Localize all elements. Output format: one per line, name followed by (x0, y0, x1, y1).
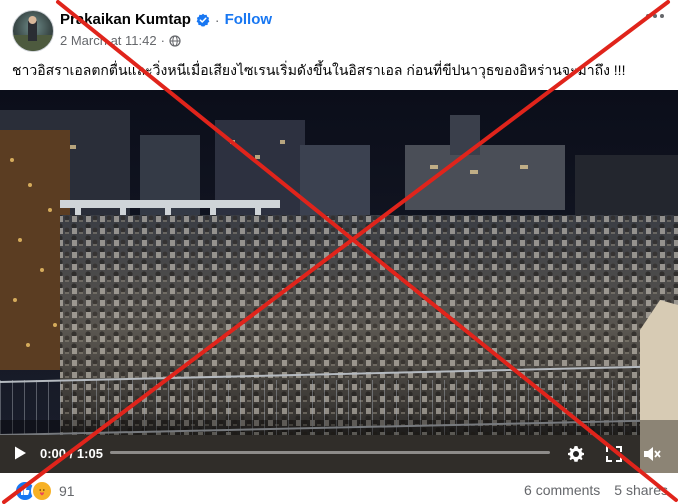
volume-muted-icon[interactable] (642, 444, 662, 464)
time-separator: / (69, 446, 74, 461)
fullscreen-icon[interactable] (604, 444, 624, 464)
care-reaction-icon (31, 480, 53, 502)
facebook-post: Prakaikan Kumtap · Follow 2 March at 11:… (0, 0, 678, 504)
comments-count[interactable]: 6 comments (524, 482, 600, 498)
author-row: Prakaikan Kumtap · Follow (60, 11, 272, 28)
post-date[interactable]: 2 March at 11:42 (60, 33, 157, 48)
reaction-count: 91 (59, 483, 75, 499)
progress-bar[interactable] (110, 451, 550, 454)
settings-icon[interactable] (566, 444, 586, 464)
meta-separator: · (160, 33, 165, 48)
follow-button[interactable]: Follow (225, 11, 273, 28)
current-time: 0:00 (40, 446, 67, 461)
post-meta: 2 March at 11:42 · (60, 33, 181, 48)
video-frame (0, 90, 678, 473)
video-player[interactable]: 0:00 / 1:05 (0, 90, 678, 473)
globe-icon[interactable] (169, 34, 181, 47)
verified-badge-icon (196, 13, 210, 27)
duration: 1:05 (76, 446, 103, 461)
more-options-icon[interactable] (646, 14, 664, 18)
author-name[interactable]: Prakaikan Kumtap (60, 11, 191, 28)
time-display: 0:00 / 1:05 (40, 446, 103, 461)
reactions-summary[interactable]: 91 (14, 480, 75, 502)
play-icon[interactable] (12, 445, 28, 461)
post-caption: ชาวอิสราเอลตกตื่นและวิ่งหนีเมื่อเสียงไซเ… (12, 62, 626, 78)
engagement-stats: 6 comments 5 shares (524, 482, 668, 498)
post-footer: 91 6 comments 5 shares (0, 476, 678, 504)
separator-dot: · (214, 11, 220, 28)
shares-count[interactable]: 5 shares (614, 482, 668, 498)
video-controls: 0:00 / 1:05 (0, 433, 678, 473)
author-avatar[interactable] (12, 10, 54, 52)
